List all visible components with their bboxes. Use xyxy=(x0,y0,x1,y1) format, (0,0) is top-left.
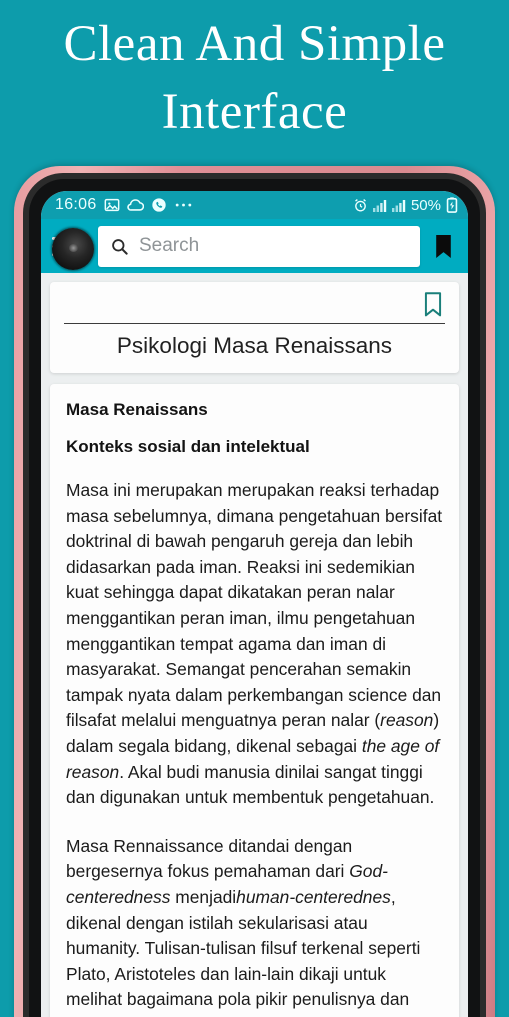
search-icon xyxy=(110,237,129,256)
status-bar-right: 50% xyxy=(353,197,458,214)
promo-headline-line-1: Clean And Simple xyxy=(63,16,446,72)
article-paragraph-2: Masa Rennaissance ditandai dengan berges… xyxy=(66,835,429,1017)
document-title-card[interactable]: Psikologi Masa Renaissans xyxy=(50,282,459,373)
alarm-icon xyxy=(353,198,368,213)
content-area[interactable]: Psikologi Masa Renaissans Masa Renaissan… xyxy=(41,273,468,1017)
bookmark-outline-icon[interactable] xyxy=(423,292,443,317)
search-placeholder: Search xyxy=(139,235,200,256)
promo-screenshot: Clean And Simple Interface 16:06 50% Sea… xyxy=(0,0,509,1017)
article-card[interactable]: Masa Renaissans Konteks sosial dan intel… xyxy=(50,384,459,1017)
phone-midframe: 16:06 50% Search Psikologi Masa Renaissa… xyxy=(23,173,486,1017)
promo-headline-line-2: Interface xyxy=(161,84,348,140)
status-bar-left: 16:06 xyxy=(55,196,193,214)
signal-bars-icon xyxy=(391,199,406,212)
signal-bars-icon xyxy=(372,199,387,212)
whatsapp-call-icon xyxy=(151,197,167,213)
battery-percent-label: 50% xyxy=(410,196,441,214)
phone-bezel: 16:06 50% Search Psikologi Masa Renaissa… xyxy=(29,179,480,1017)
app-bar: Search xyxy=(41,219,468,273)
search-input[interactable]: Search xyxy=(98,225,420,267)
status-bar-clock: 16:06 xyxy=(55,196,97,213)
article-heading-1: Masa Renaissans xyxy=(66,400,208,419)
camera-punch-hole xyxy=(52,228,94,270)
bookmark-filled-icon[interactable] xyxy=(430,234,456,259)
battery-charging-icon xyxy=(446,197,458,213)
image-icon xyxy=(104,197,120,213)
more-dots-icon xyxy=(174,202,193,208)
phone-screen: 16:06 50% Search Psikologi Masa Renaissa… xyxy=(41,191,468,1017)
document-title: Psikologi Masa Renaissans xyxy=(116,333,393,358)
title-divider xyxy=(64,323,445,324)
article-paragraph-1: Masa ini merupakan merupakan reaksi terh… xyxy=(66,480,443,808)
phone-mockup: 16:06 50% Search Psikologi Masa Renaissa… xyxy=(14,166,495,1017)
cloud-icon xyxy=(126,198,144,212)
status-bar: 16:06 50% xyxy=(41,191,468,219)
article-heading-2: Konteks sosial dan intelektual xyxy=(66,437,310,456)
promo-headline: Clean And Simple Interface xyxy=(0,10,509,146)
